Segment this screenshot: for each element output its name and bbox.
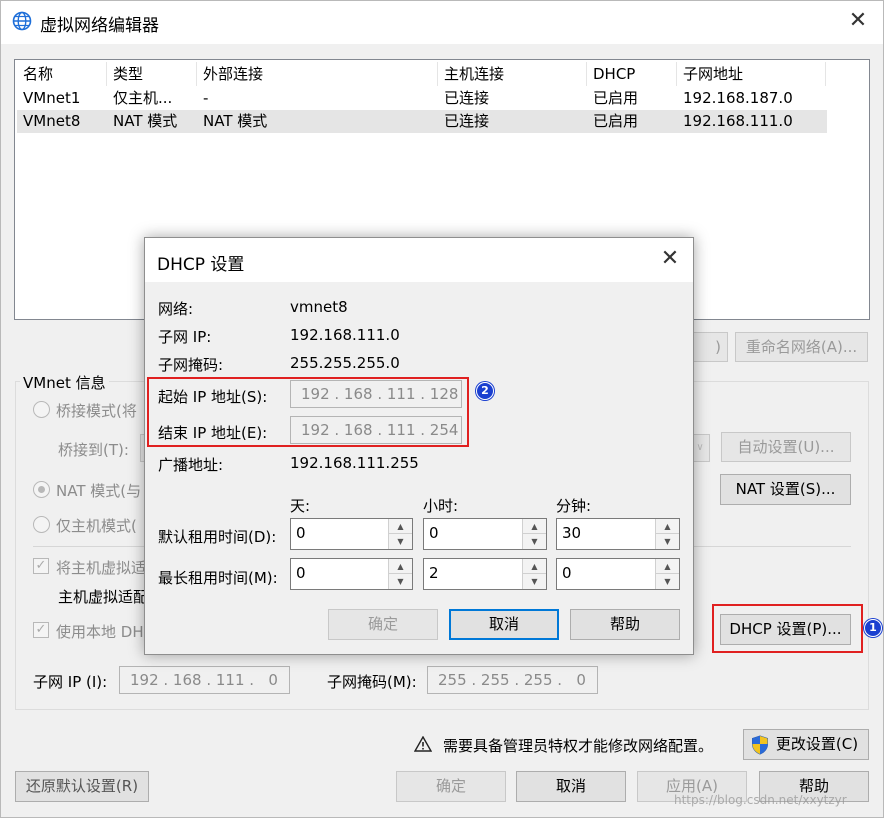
restore-defaults-button[interactable]: 还原默认设置(R)	[15, 771, 149, 802]
stepper-up-icon[interactable]: ▲	[656, 559, 679, 574]
subnet-mask-input[interactable]: 255 . 255 . 255 . 0	[427, 666, 598, 694]
cancel-button[interactable]: 取消	[516, 771, 626, 802]
stepper-down-icon[interactable]: ▼	[656, 534, 679, 549]
cell-dhcp: 已启用	[593, 89, 639, 107]
stepper-up-icon[interactable]: ▲	[523, 559, 546, 574]
connect-adapter-label: 将主机虚拟适	[56, 559, 147, 577]
subnet-ip-input[interactable]: 192 . 168 . 111 . 0	[119, 666, 290, 694]
subnet-ip-value: 192.168.111.0	[290, 326, 400, 344]
nat-mode-label: NAT 模式(与	[56, 482, 142, 500]
column-header-type[interactable]: 类型	[107, 62, 197, 86]
close-icon[interactable]: ✕	[658, 248, 682, 272]
subnet-mask-label: 子网掩码(M):	[327, 673, 417, 691]
use-dhcp-checkbox[interactable]: ✓	[33, 622, 49, 638]
broadcast-value: 192.168.111.255	[290, 454, 419, 472]
change-settings-label: 更改设置(C)	[775, 735, 859, 753]
window-title: 虚拟网络编辑器	[40, 16, 159, 36]
network-value: vmnet8	[290, 298, 348, 316]
column-header-name[interactable]: 名称	[17, 62, 107, 86]
ok-button[interactable]: 确定	[396, 771, 506, 802]
stepper-down-icon[interactable]: ▼	[389, 574, 412, 589]
table-row[interactable]: VMnet8 NAT 模式 NAT 模式 已连接 已启用 192.168.111…	[17, 110, 827, 133]
broadcast-label: 广播地址:	[158, 456, 224, 474]
minutes-label: 分钟:	[556, 497, 592, 515]
default-lease-label: 默认租用时间(D):	[158, 528, 277, 546]
subnet-ip-label: 子网 IP (I):	[33, 673, 108, 691]
stepper-up-icon[interactable]: ▲	[656, 519, 679, 534]
step-badge-1: 1	[864, 619, 882, 637]
column-header-external[interactable]: 外部连接	[197, 62, 438, 86]
connect-adapter-checkbox[interactable]: ✓	[33, 558, 49, 574]
subnet-mask-label: 子网掩码:	[158, 356, 224, 374]
highlight-box-ip-range	[147, 377, 469, 447]
days-label: 天:	[290, 497, 311, 515]
subnet-ip-label: 子网 IP:	[158, 328, 212, 346]
cell-dhcp: 已启用	[593, 112, 639, 130]
admin-notice: 需要具备管理员特权才能修改网络配置。	[443, 737, 714, 755]
title-bar: 虚拟网络编辑器 ✕	[0, 0, 884, 44]
bridge-mode-label: 桥接模式(将	[56, 402, 137, 420]
column-header-dhcp[interactable]: DHCP	[587, 62, 677, 86]
default-lease-days-stepper[interactable]: 0 ▲ ▼	[290, 518, 413, 550]
auto-settings-button[interactable]: 自动设置(U)...	[721, 432, 851, 462]
watermark: https://blog.csdn.net/xxytzyr	[674, 793, 847, 807]
subnet-mask-value: 255.255.255.0	[290, 354, 400, 372]
step-badge-2: 2	[476, 382, 494, 400]
network-label: 网络:	[158, 300, 194, 318]
stepper-up-icon[interactable]: ▲	[523, 519, 546, 534]
cell-host: 已连接	[444, 112, 490, 130]
bridge-mode-radio[interactable]	[33, 401, 50, 418]
rename-network-button[interactable]: 重命名网络(A)...	[735, 332, 868, 362]
vmnet-info-label: VMnet 信息	[20, 372, 109, 393]
column-header-host[interactable]: 主机连接	[438, 62, 587, 86]
cell-subnet: 192.168.187.0	[683, 89, 793, 107]
max-lease-minutes-stepper[interactable]: 0 ▲ ▼	[556, 558, 680, 590]
max-lease-hours-stepper[interactable]: 2 ▲ ▼	[423, 558, 547, 590]
highlight-box-dhcp-button	[712, 604, 863, 653]
stepper-down-icon[interactable]: ▼	[389, 534, 412, 549]
warning-icon	[414, 736, 432, 752]
stepper-down-icon[interactable]: ▼	[523, 534, 546, 549]
cell-host: 已连接	[444, 89, 490, 107]
host-only-radio[interactable]	[33, 516, 50, 533]
cell-external: NAT 模式	[203, 112, 268, 130]
change-settings-button[interactable]: 更改设置(C)	[743, 729, 869, 760]
dialog-help-button[interactable]: 帮助	[570, 609, 680, 640]
cell-external: -	[203, 89, 209, 107]
cell-name: VMnet8	[23, 112, 81, 130]
close-icon[interactable]: ✕	[846, 10, 870, 34]
max-lease-label: 最长租用时间(M):	[158, 569, 278, 587]
cell-type: 仅主机...	[113, 89, 173, 107]
use-dhcp-label: 使用本地 DH	[56, 623, 144, 641]
hours-label: 小时:	[423, 497, 459, 515]
dialog-cancel-button[interactable]: 取消	[449, 609, 559, 640]
bridge-to-label: 桥接到(T):	[58, 441, 129, 459]
dialog-ok-button[interactable]: 确定	[328, 609, 438, 640]
globe-icon	[12, 11, 32, 31]
host-only-label: 仅主机模式(	[56, 517, 137, 535]
max-lease-days-stepper[interactable]: 0 ▲ ▼	[290, 558, 413, 590]
default-lease-minutes-stepper[interactable]: 30 ▲ ▼	[556, 518, 680, 550]
cell-type: NAT 模式	[113, 112, 178, 130]
column-header-subnet[interactable]: 子网地址	[677, 62, 826, 86]
dialog-title-bar: DHCP 设置 ✕	[145, 238, 693, 282]
nat-mode-radio[interactable]	[33, 481, 50, 498]
table-row[interactable]: VMnet1 仅主机... - 已连接 已启用 192.168.187.0	[17, 87, 827, 110]
cell-name: VMnet1	[23, 89, 81, 107]
stepper-up-icon[interactable]: ▲	[389, 519, 412, 534]
nat-settings-button[interactable]: NAT 设置(S)...	[720, 474, 851, 505]
stepper-down-icon[interactable]: ▼	[523, 574, 546, 589]
shield-icon	[752, 735, 768, 755]
stepper-down-icon[interactable]: ▼	[656, 574, 679, 589]
stepper-up-icon[interactable]: ▲	[389, 559, 412, 574]
adapter-name-label: 主机虚拟适配	[58, 588, 149, 606]
cell-subnet: 192.168.111.0	[683, 112, 793, 130]
default-lease-hours-stepper[interactable]: 0 ▲ ▼	[423, 518, 547, 550]
dialog-title: DHCP 设置	[157, 255, 245, 275]
